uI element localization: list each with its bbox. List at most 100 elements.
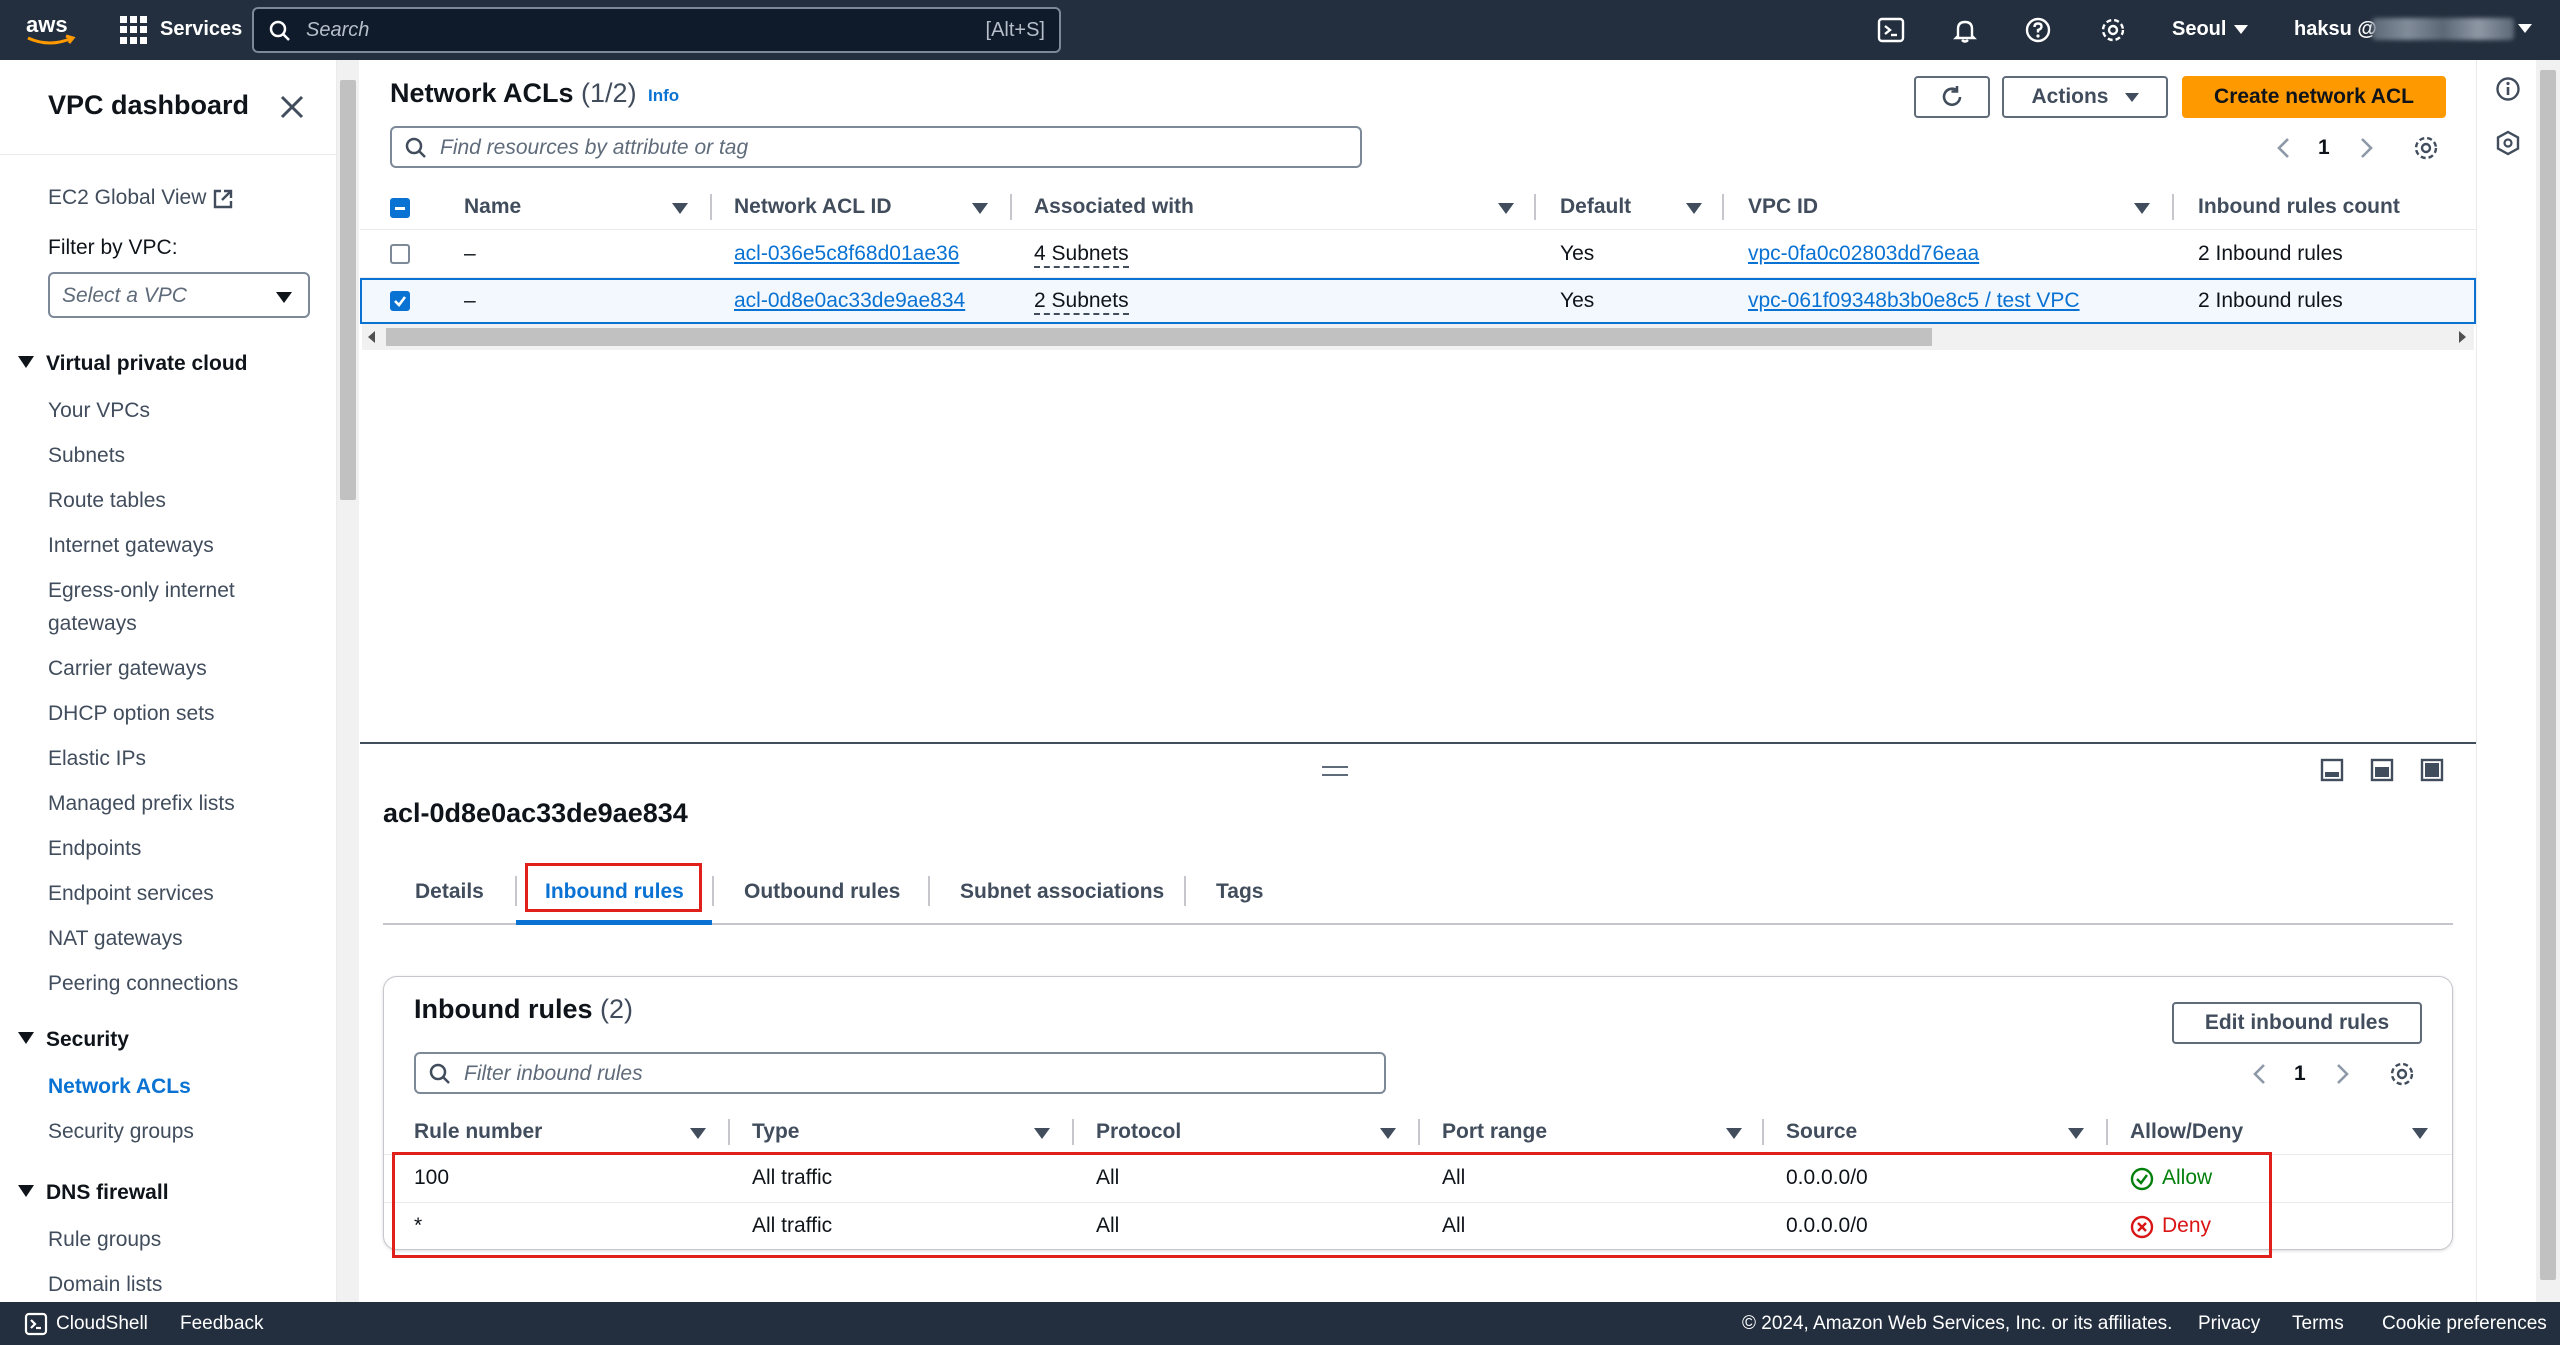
table-row-selected[interactable] xyxy=(360,278,2476,324)
tab-tags[interactable]: Tags xyxy=(1216,880,1263,904)
section-dns-firewall[interactable]: DNS firewall xyxy=(18,1181,169,1205)
sidebar-item-carrier-gateways[interactable]: Carrier gateways xyxy=(48,652,308,685)
tab-details[interactable]: Details xyxy=(415,880,484,904)
sidebar-item-subnets[interactable]: Subnets xyxy=(48,439,308,472)
refresh-button[interactable] xyxy=(1914,76,1990,118)
info-link[interactable]: Info xyxy=(648,86,679,106)
table-row[interactable] xyxy=(360,230,2476,278)
sort-icon[interactable] xyxy=(672,203,688,214)
actions-button[interactable]: Actions xyxy=(2002,76,2168,118)
column-resizer[interactable] xyxy=(2172,194,2174,220)
split-full-view-icon[interactable] xyxy=(2420,758,2444,782)
row-checkbox[interactable] xyxy=(390,244,410,264)
account-caret-icon[interactable] xyxy=(2518,24,2532,33)
column-resizer[interactable] xyxy=(1418,1119,1420,1145)
cookie-preferences-link[interactable]: Cookie preferences xyxy=(2382,1313,2547,1335)
next-page-icon[interactable] xyxy=(2356,136,2376,160)
sort-icon[interactable] xyxy=(1498,203,1514,214)
sidebar-item-your-vpcs[interactable]: Your VPCs xyxy=(48,394,308,427)
sidebar-item-dhcp-option-sets[interactable]: DHCP option sets xyxy=(48,697,308,730)
section-security[interactable]: Security xyxy=(18,1028,129,1052)
column-resizer[interactable] xyxy=(1762,1119,1764,1145)
column-resizer[interactable] xyxy=(728,1119,730,1145)
sidebar-item-endpoint-services[interactable]: Endpoint services xyxy=(48,877,308,910)
scroll-right-icon[interactable] xyxy=(2456,330,2468,344)
sort-icon[interactable] xyxy=(690,1128,706,1139)
sort-icon[interactable] xyxy=(2134,203,2150,214)
sidebar-item-rule-groups[interactable]: Rule groups xyxy=(48,1223,308,1256)
column-resizer[interactable] xyxy=(1722,194,1724,220)
column-header-port-range[interactable]: Port range xyxy=(1442,1120,1547,1144)
column-resizer[interactable] xyxy=(1534,194,1536,220)
info-panel-icon[interactable] xyxy=(2495,76,2521,102)
previous-page-icon[interactable] xyxy=(2250,1062,2270,1086)
column-header-vpc-id[interactable]: VPC ID xyxy=(1748,195,1818,219)
ec2-global-view-link[interactable]: EC2 Global View xyxy=(48,186,206,210)
create-network-acl-button[interactable]: Create network ACL xyxy=(2182,76,2446,118)
select-all-checkbox[interactable] xyxy=(390,198,410,218)
acl-page-number[interactable]: 1 xyxy=(2318,136,2330,160)
global-search-input[interactable]: Search [Alt+S] xyxy=(252,7,1061,53)
sidebar-item-internet-gateways[interactable]: Internet gateways xyxy=(48,529,308,562)
sidebar-item-network-acls[interactable]: Network ACLs xyxy=(48,1070,308,1103)
split-half-view-icon[interactable] xyxy=(2370,758,2394,782)
sort-icon[interactable] xyxy=(1380,1128,1396,1139)
column-resizer[interactable] xyxy=(710,194,712,220)
sidebar-item-nat-gateways[interactable]: NAT gateways xyxy=(48,922,308,955)
sidebar-item-domain-lists[interactable]: Domain lists xyxy=(48,1268,308,1301)
sort-icon[interactable] xyxy=(1686,203,1702,214)
sidebar-item-peering-connections[interactable]: Peering connections xyxy=(48,967,308,1000)
row-checkbox-checked[interactable] xyxy=(390,291,410,311)
sort-icon[interactable] xyxy=(2412,1128,2428,1139)
sidebar-item-elastic-ips[interactable]: Elastic IPs xyxy=(48,742,308,775)
cloudshell-link[interactable]: CloudShell xyxy=(56,1313,148,1335)
column-header-protocol[interactable]: Protocol xyxy=(1096,1120,1181,1144)
table-preferences-gear-icon[interactable] xyxy=(2412,134,2440,162)
sort-icon[interactable] xyxy=(972,203,988,214)
tab-subnet-associations[interactable]: Subnet associations xyxy=(960,880,1164,904)
sort-icon[interactable] xyxy=(1726,1128,1742,1139)
sidebar-item-managed-prefix-lists[interactable]: Managed prefix lists xyxy=(48,787,308,820)
column-header-rule-number[interactable]: Rule number xyxy=(414,1120,542,1144)
terms-link[interactable]: Terms xyxy=(2292,1313,2344,1335)
vpc-id-link[interactable]: vpc-061f09348b3b0e8c5 / test VPC xyxy=(1748,289,2080,313)
settings-gear-icon[interactable] xyxy=(2098,15,2128,45)
feedback-hexagon-icon[interactable] xyxy=(2495,130,2521,156)
sidebar-title[interactable]: VPC dashboard xyxy=(48,90,249,121)
column-resizer[interactable] xyxy=(1072,1119,1074,1145)
cloudshell-icon[interactable] xyxy=(24,1312,48,1336)
services-menu-button[interactable]: Services xyxy=(160,18,242,41)
column-header-allow-deny[interactable]: Allow/Deny xyxy=(2130,1120,2243,1144)
column-resizer[interactable] xyxy=(2106,1119,2108,1145)
region-selector[interactable]: Seoul xyxy=(2172,18,2249,41)
column-header-associated-with[interactable]: Associated with xyxy=(1034,195,1194,219)
previous-page-icon[interactable] xyxy=(2274,136,2294,160)
page-scrollbar-thumb[interactable] xyxy=(2540,70,2556,1280)
sidebar-item-route-tables[interactable]: Route tables xyxy=(48,484,308,517)
column-resizer[interactable] xyxy=(1010,194,1012,220)
section-virtual-private-cloud[interactable]: Virtual private cloud xyxy=(18,352,248,376)
column-header-network-acl-id[interactable]: Network ACL ID xyxy=(734,195,892,219)
column-header-default[interactable]: Default xyxy=(1560,195,1631,219)
acl-search-input[interactable]: Find resources by attribute or tag xyxy=(390,126,1362,168)
table-preferences-gear-icon[interactable] xyxy=(2388,1060,2416,1088)
sidebar-scrollbar-thumb[interactable] xyxy=(340,80,356,500)
notifications-bell-icon[interactable] xyxy=(1950,15,1980,45)
inbound-page-number[interactable]: 1 xyxy=(2294,1062,2306,1086)
column-header-type[interactable]: Type xyxy=(752,1120,799,1144)
vpc-id-link[interactable]: vpc-0fa0c02803dd76eaa xyxy=(1748,242,1979,266)
horizontal-scrollbar-thumb[interactable] xyxy=(386,328,1932,346)
associated-subnets-cell[interactable]: 4 Subnets xyxy=(1034,242,1129,268)
account-menu-button[interactable]: haksu @ xyxy=(2294,18,2377,41)
feedback-link[interactable]: Feedback xyxy=(180,1313,263,1335)
help-icon[interactable] xyxy=(2023,15,2053,45)
sort-icon[interactable] xyxy=(2068,1128,2084,1139)
split-panel-resize-handle[interactable] xyxy=(1322,766,1348,776)
aws-logo-icon[interactable]: aws xyxy=(24,10,80,50)
inbound-rules-filter-input[interactable]: Filter inbound rules xyxy=(414,1052,1386,1094)
associated-subnets-cell[interactable]: 2 Subnets xyxy=(1034,289,1129,315)
sidebar-item-egress-only-internet-gateways[interactable]: Egress-only internet gateways xyxy=(48,574,278,640)
edit-inbound-rules-button[interactable]: Edit inbound rules xyxy=(2172,1002,2422,1044)
tab-outbound-rules[interactable]: Outbound rules xyxy=(744,880,900,904)
column-header-name[interactable]: Name xyxy=(464,195,521,219)
